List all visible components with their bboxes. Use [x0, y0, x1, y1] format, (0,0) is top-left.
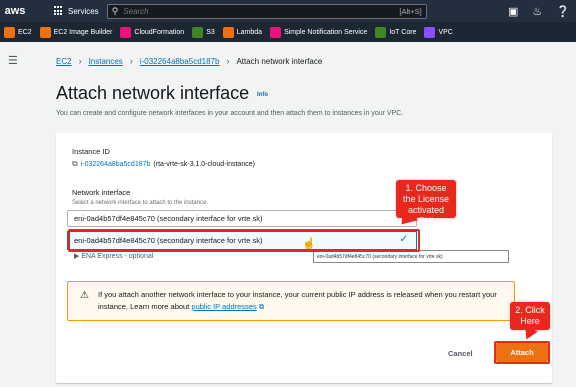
callout-step-2: 2. Click Here	[510, 302, 550, 330]
public-ip-link[interactable]: public IP addresses	[191, 302, 256, 311]
page-title: Attach network interface	[56, 83, 250, 103]
instance-id-link[interactable]: i-032264a8ba5cd187b	[81, 161, 151, 168]
favorite-ec2[interactable]: EC2	[4, 26, 32, 38]
favorite-vpc[interactable]: VPC	[424, 26, 453, 38]
search-input[interactable]	[123, 6, 354, 16]
instance-id-label: Instance ID	[72, 147, 110, 156]
search-icon: ⚲	[111, 5, 119, 16]
search-shortcut: [Alt+S]	[399, 6, 422, 16]
chevron-right-icon: ›	[129, 56, 133, 66]
chevron-right-icon: ›	[226, 56, 230, 66]
services-label: Services	[68, 6, 99, 16]
search-box[interactable]: ⚲ [Alt+S]	[106, 3, 427, 19]
favorite-s3[interactable]: S3	[192, 26, 215, 38]
iot-core-icon	[375, 26, 387, 38]
select-value: eni-0ad4b57df4e845c70 (secondary interfa…	[74, 214, 263, 223]
cloudformation-icon	[120, 26, 132, 38]
terminal-icon[interactable]: ▣	[508, 5, 518, 18]
lambda-icon	[222, 26, 234, 38]
favorite-iot-core[interactable]: IoT Core	[375, 26, 416, 38]
breadcrumb-ec2[interactable]: EC2	[56, 57, 72, 66]
favorite-ec2-image-builder[interactable]: EC2 Image Builder	[39, 26, 112, 38]
grid-icon	[54, 6, 64, 16]
services-menu-button[interactable]: Services	[54, 6, 99, 16]
ec2-icon	[4, 26, 15, 38]
page-description: You can create and configure network int…	[56, 110, 404, 117]
external-link-icon: ⧉	[258, 302, 265, 311]
chevron-right-icon: ›	[78, 56, 82, 66]
hamburger-menu-icon[interactable]: ☰	[8, 54, 18, 67]
bell-icon[interactable]: ♨	[532, 5, 542, 18]
ena-express-toggle[interactable]: ▶ ENA Express - optional	[74, 252, 153, 260]
help-icon[interactable]: ❔	[556, 5, 570, 18]
warning-icon: ⚠	[80, 290, 89, 301]
aws-logo[interactable]: aws	[0, 0, 30, 22]
image-builder-icon	[39, 26, 51, 38]
warning-alert: ⚠ If you attach another network interfac…	[67, 281, 515, 321]
network-interface-select[interactable]: eni-0ad4b57df4e845c70 (secondary interfa…	[67, 210, 417, 227]
favorite-lambda[interactable]: Lambda	[222, 26, 262, 38]
favorite-sns[interactable]: Simple Notification Service	[270, 26, 367, 38]
breadcrumb-instance-id[interactable]: i-032264a8ba5cd187b	[140, 57, 220, 66]
cancel-button[interactable]: Cancel	[448, 349, 473, 358]
network-interface-label: Network interface	[72, 188, 131, 197]
favorite-cloudformation[interactable]: CloudFormation	[120, 26, 184, 38]
favorites-bar: EC2 EC2 Image Builder CloudFormation S3 …	[0, 22, 576, 42]
info-link[interactable]: Info	[257, 92, 268, 98]
warning-text: If you attach another network interface …	[98, 290, 497, 311]
attach-highlight	[494, 341, 550, 364]
breadcrumb-instances[interactable]: Instances	[89, 57, 123, 66]
top-navigation-bar: aws Services ⚲ [Alt+S] ▣ ♨ ❔	[0, 0, 576, 22]
option-highlight	[68, 229, 420, 252]
sns-icon	[270, 26, 282, 38]
network-interface-hint: Select a network interface to attach to …	[72, 200, 209, 206]
breadcrumb-current: Attach network interface	[236, 56, 323, 66]
vpc-icon	[424, 26, 436, 38]
s3-icon	[192, 26, 204, 38]
instance-id-row: ⧉ i-032264a8ba5cd187b (rta-vrte-sk-3.1.0…	[72, 159, 255, 169]
instance-name: (rta-vrte-sk-3.1.0-cloud-instance)	[153, 160, 255, 168]
copy-icon[interactable]: ⧉	[72, 159, 78, 169]
breadcrumb: EC2 › Instances › i-032264a8ba5cd187b › …	[56, 56, 322, 66]
